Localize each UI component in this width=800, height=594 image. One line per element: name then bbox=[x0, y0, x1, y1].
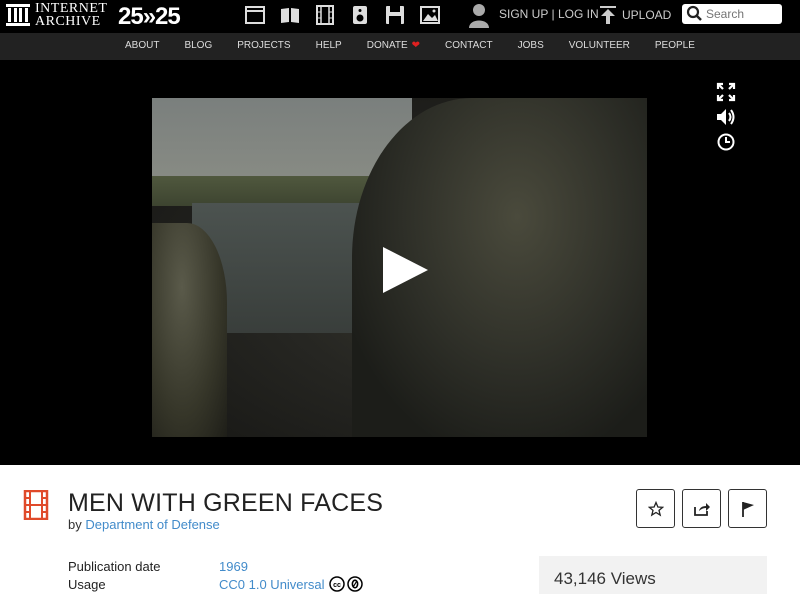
nav-donate-label: DONATE bbox=[366, 40, 408, 51]
favorite-button[interactable] bbox=[636, 489, 675, 528]
flag-icon bbox=[741, 501, 754, 517]
nav-people[interactable]: PEOPLE bbox=[655, 40, 695, 51]
software-icon[interactable] bbox=[384, 4, 406, 26]
upload-label: UPLOAD bbox=[622, 8, 672, 22]
nav-blog[interactable]: BLOG bbox=[184, 40, 212, 51]
metadata-label: Publication date bbox=[68, 558, 161, 574]
internet-archive-logo[interactable]: INTERNET ARCHIVE bbox=[6, 2, 107, 29]
search-icon bbox=[686, 5, 702, 21]
video-soldier-left bbox=[152, 223, 227, 437]
login-link[interactable]: LOG IN bbox=[558, 7, 599, 21]
clock-icon[interactable] bbox=[716, 132, 736, 152]
images-icon[interactable] bbox=[419, 4, 441, 26]
video-treeline bbox=[152, 176, 382, 206]
nav-volunteer[interactable]: VOLUNTEER bbox=[569, 40, 630, 51]
upload-icon bbox=[600, 6, 616, 24]
film-icon bbox=[23, 489, 49, 525]
archive-building-icon bbox=[6, 4, 30, 26]
share-icon bbox=[693, 502, 710, 516]
svg-text:cc: cc bbox=[333, 582, 341, 589]
nav-contact[interactable]: CONTACT bbox=[445, 40, 493, 51]
play-button[interactable] bbox=[383, 247, 428, 293]
nav-projects[interactable]: PROJECTS bbox=[237, 40, 290, 51]
nav-help[interactable]: HELP bbox=[316, 40, 342, 51]
nav-jobs[interactable]: JOBS bbox=[518, 40, 544, 51]
byline-prefix: by bbox=[68, 517, 82, 532]
web-icon[interactable] bbox=[244, 4, 266, 26]
logo-line-2: ARCHIVE bbox=[35, 14, 101, 29]
user-icon[interactable] bbox=[468, 2, 490, 33]
license-badges[interactable]: cc bbox=[328, 576, 363, 592]
metadata-row-publication-date: Publication date 1969 bbox=[68, 557, 363, 575]
audio-icon[interactable] bbox=[349, 4, 371, 26]
upload-button[interactable]: UPLOAD bbox=[600, 6, 671, 24]
item-title: MEN WITH GREEN FACES bbox=[68, 489, 384, 517]
volume-icon[interactable] bbox=[716, 107, 736, 127]
flag-button[interactable] bbox=[728, 489, 767, 528]
texts-icon[interactable] bbox=[279, 4, 301, 26]
heart-icon: ❤ bbox=[411, 40, 421, 51]
video-icon[interactable] bbox=[314, 4, 336, 26]
zero-icon bbox=[346, 576, 363, 592]
metadata-label: Usage bbox=[68, 576, 106, 592]
secondary-nav: ABOUT BLOG PROJECTS HELP DONATE ❤ CONTACT… bbox=[0, 33, 800, 60]
license-link[interactable]: CC0 1.0 Universal bbox=[219, 577, 325, 592]
metadata-list: Publication date 1969 Usage CC0 1.0 Univ… bbox=[68, 557, 363, 593]
auth-separator: | bbox=[551, 7, 555, 21]
metadata-row-usage: Usage CC0 1.0 Universal cc bbox=[68, 575, 363, 593]
views-panel: 43,146 Views bbox=[539, 556, 767, 594]
signup-link[interactable]: SIGN UP bbox=[499, 7, 548, 21]
search-box[interactable] bbox=[682, 4, 782, 24]
top-bar: INTERNET ARCHIVE 25»25 SIGN UP | LOG IN bbox=[0, 0, 800, 33]
fullscreen-icon[interactable] bbox=[716, 82, 736, 102]
creator-link[interactable]: Department of Defense bbox=[85, 517, 219, 532]
publication-date-link[interactable]: 1969 bbox=[219, 559, 248, 574]
share-button[interactable] bbox=[682, 489, 721, 528]
search-input[interactable] bbox=[704, 7, 778, 21]
nav-donate[interactable]: DONATE ❤ bbox=[367, 40, 420, 51]
byline: by Department of Defense bbox=[68, 517, 220, 532]
anniversary-logo[interactable]: 25»25 bbox=[118, 3, 181, 31]
cc-icon: cc bbox=[328, 576, 345, 592]
nav-about[interactable]: ABOUT bbox=[125, 40, 159, 51]
star-icon bbox=[647, 500, 664, 517]
view-count: 43,146 Views bbox=[554, 569, 656, 588]
